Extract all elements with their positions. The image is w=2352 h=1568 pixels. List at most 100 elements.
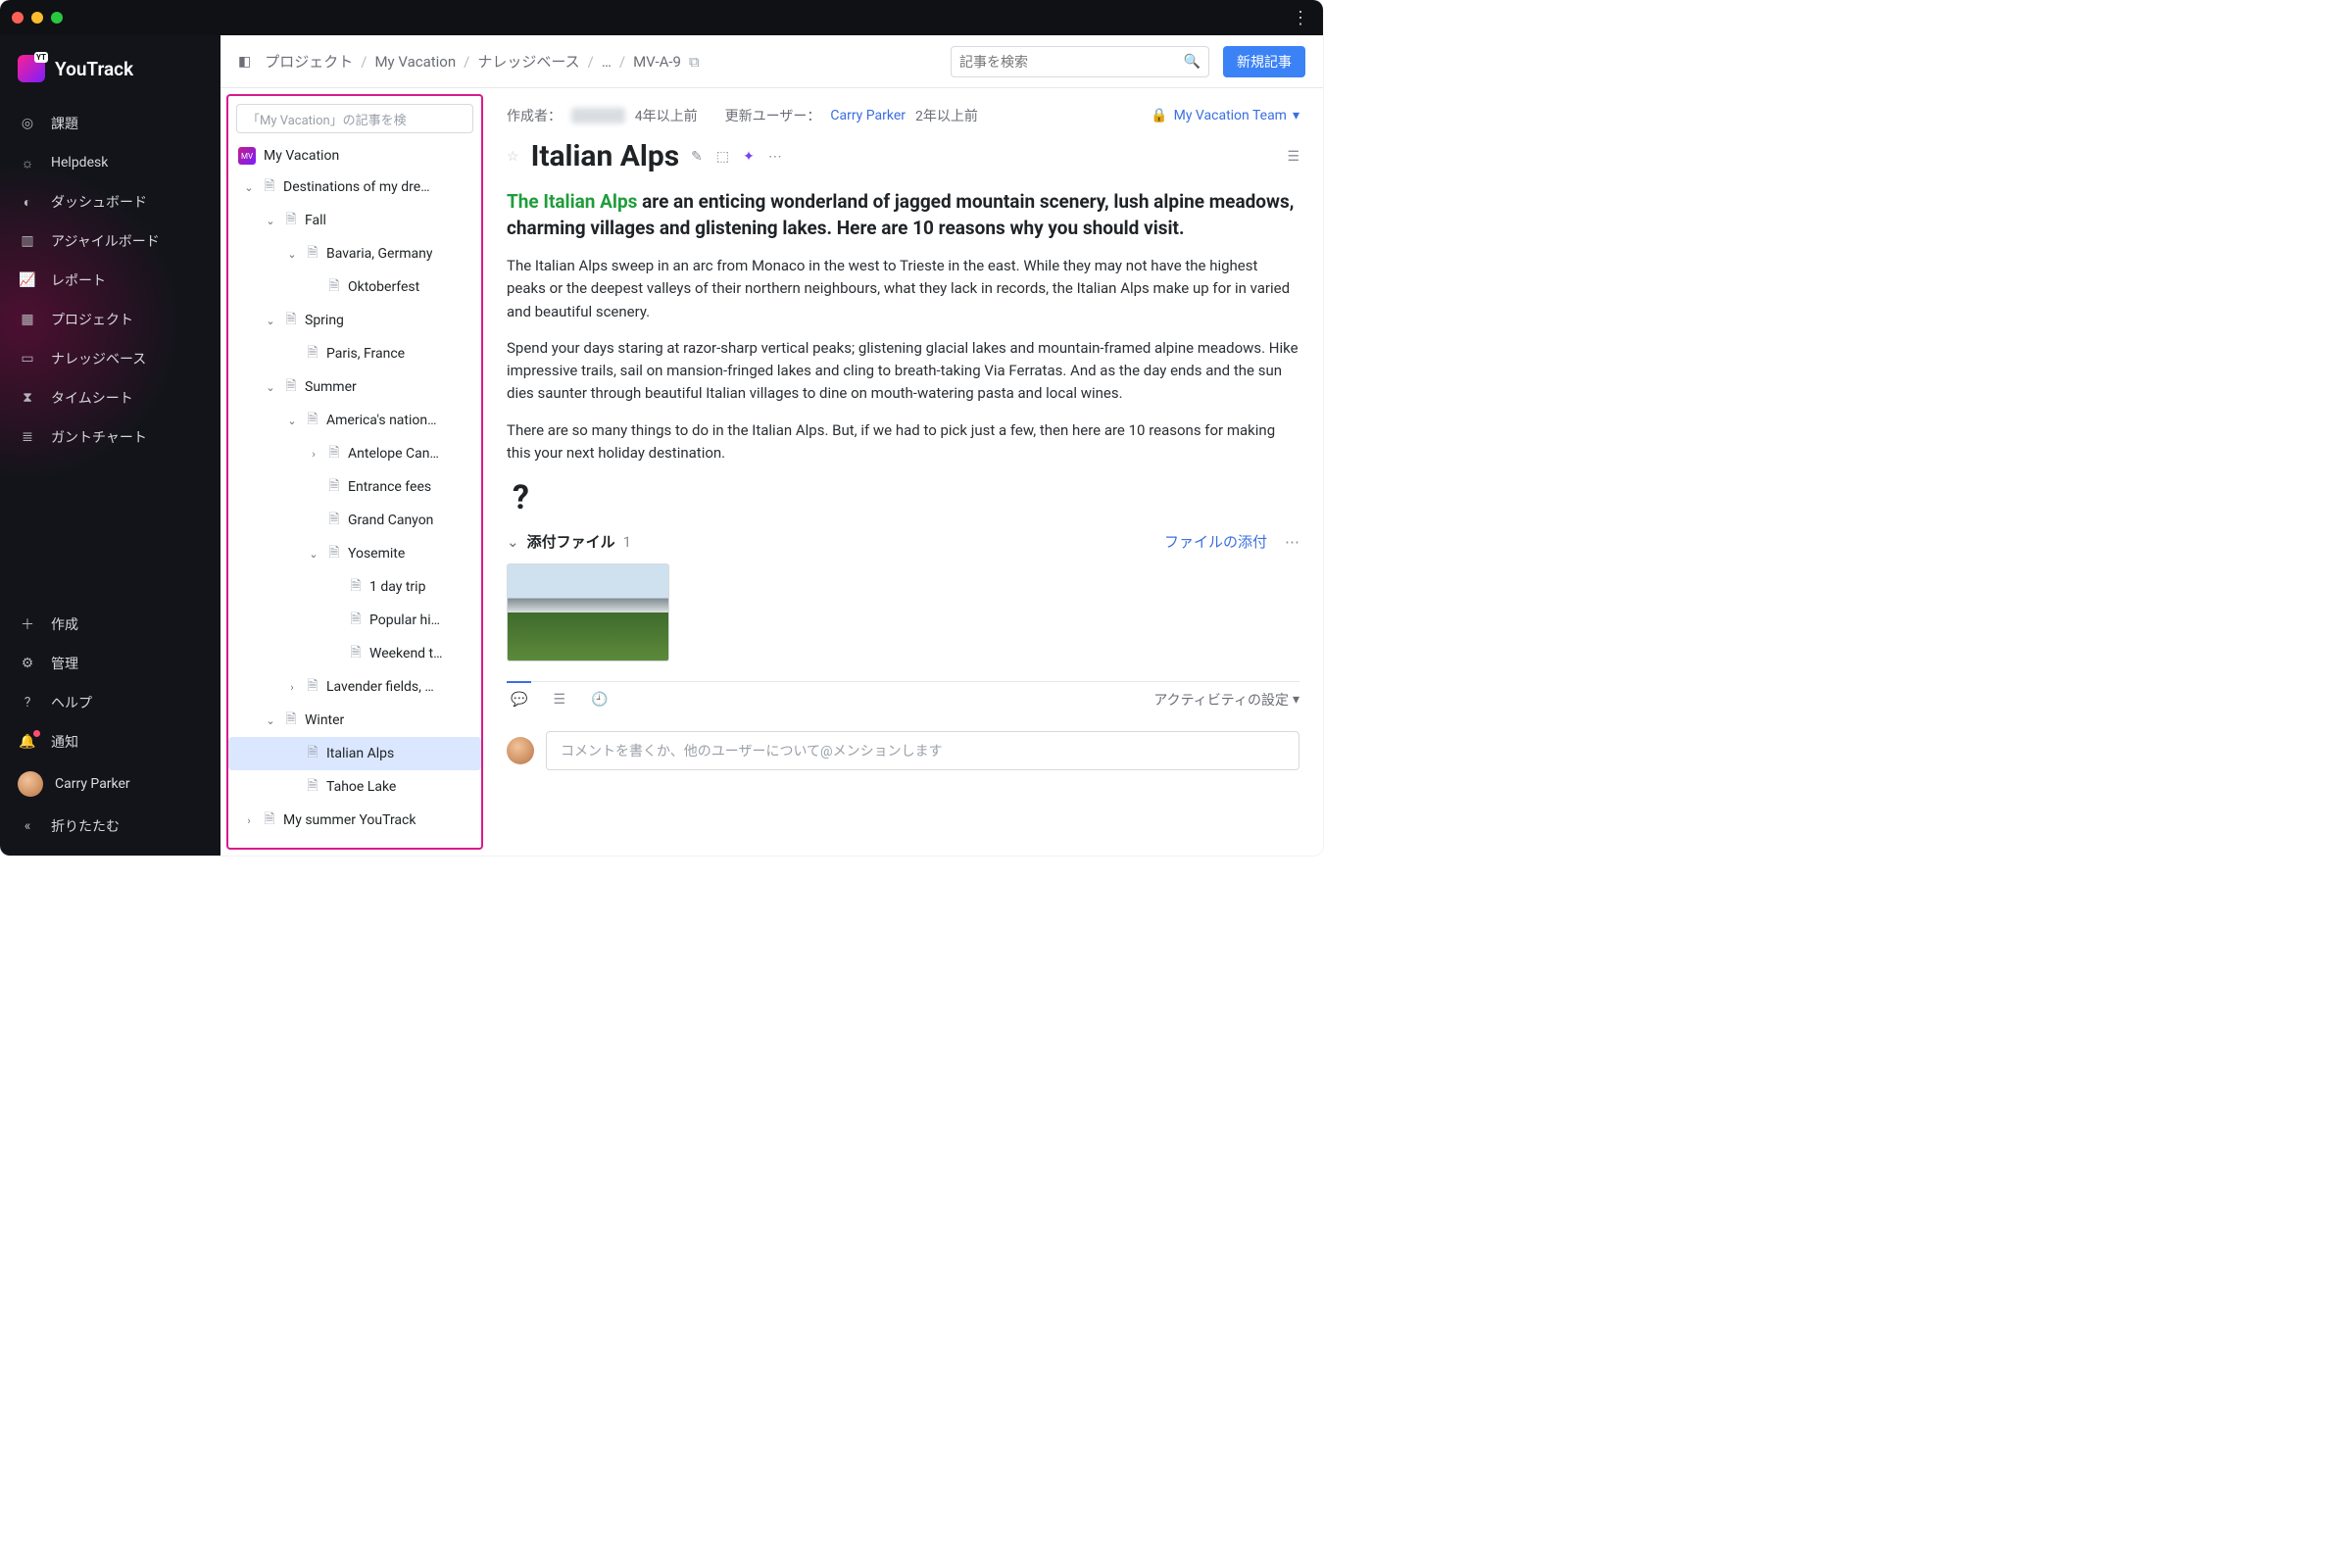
tree-item[interactable]: ⌄🗎Yosemite (228, 537, 481, 570)
nav-label: Helpdesk (51, 155, 108, 171)
grid-icon: ▦ (18, 310, 37, 329)
nav-projects[interactable]: ▦プロジェクト (0, 300, 220, 339)
tree-item[interactable]: 🗎Grand Canyon (228, 504, 481, 537)
nav-help[interactable]: ?ヘルプ (0, 683, 220, 722)
question-mark-block: ? (513, 478, 1299, 517)
nav-collapse[interactable]: «折りたたむ (0, 807, 220, 846)
nav-gantt[interactable]: ≣ガントチャート (0, 417, 220, 457)
tree-item-label: Destinations of my dre… (283, 179, 430, 195)
tree-item[interactable]: ⌄🗎Spring (228, 304, 481, 337)
chevron-right-icon[interactable]: › (307, 448, 320, 461)
titlebar-more-icon[interactable]: ⋮ (1292, 8, 1309, 28)
toc-icon[interactable]: ☰ (1287, 149, 1299, 165)
tree-item[interactable]: 🗎1 day trip (228, 570, 481, 604)
comment-input[interactable]: コメントを書くか、他のユーザーについて@メンションします (546, 731, 1299, 770)
tree-item-label: Winter (305, 712, 344, 728)
avatar (507, 737, 534, 764)
attachments-more-icon[interactable]: ⋯ (1285, 533, 1299, 551)
nav-timesheets[interactable]: ⧗タイムシート (0, 378, 220, 417)
tree-item[interactable]: 🗎Weekend t… (228, 637, 481, 670)
tree-item[interactable]: ⌄🗎Fall (228, 204, 481, 237)
nav-knowledge-base[interactable]: ▭ナレッジベース (0, 339, 220, 378)
tree-item[interactable]: ›🗎My summer YouTrack (228, 804, 481, 837)
nav-label: 課題 (51, 114, 78, 133)
app-logo[interactable]: YouTrack (0, 49, 220, 104)
tree-item[interactable]: 🗎Oktoberfest (228, 270, 481, 304)
article-title: Italian Alps (531, 139, 680, 173)
chevron-down-icon[interactable]: ⌄ (285, 415, 299, 427)
crumb-project[interactable]: My Vacation (374, 53, 456, 71)
tree-item[interactable]: 🗎Entrance fees (228, 470, 481, 504)
chevron-down-icon[interactable]: ⌄ (285, 248, 299, 261)
tag-icon[interactable]: ⬚ (716, 149, 729, 165)
tree-item[interactable]: ›🗎Antelope Can… (228, 437, 481, 470)
maximize-window-button[interactable] (51, 12, 63, 24)
tab-history[interactable]: 🕘 (587, 682, 612, 717)
updated-by-link[interactable]: Carry Parker (830, 108, 906, 123)
nav-label: 作成 (51, 614, 78, 634)
tree-item[interactable]: ⌄🗎America's nation… (228, 404, 481, 437)
chevron-down-icon[interactable]: ⌄ (264, 714, 277, 727)
visibility-selector[interactable]: 🔒 My Vacation Team ▾ (1151, 108, 1299, 123)
tree-project-root[interactable]: MV My Vacation (228, 141, 481, 171)
nav-agile[interactable]: ▥アジャイルボード (0, 221, 220, 261)
ai-icon[interactable]: ✦ (743, 149, 755, 165)
tree-item[interactable]: ⌄🗎Winter (228, 704, 481, 737)
attachments-header[interactable]: ⌄ 添付ファイル 1 ファイルの添付 ⋯ (507, 531, 1299, 552)
minimize-window-button[interactable] (31, 12, 43, 24)
chevron-right-icon[interactable]: › (285, 681, 299, 694)
chevron-right-icon[interactable]: › (242, 814, 256, 827)
article-meta: 作成者： xxxxx 4年以上前 更新ユーザー： Carry Parker 2年… (507, 106, 1299, 125)
chevron-down-icon[interactable]: ⌄ (242, 181, 256, 194)
tree-item[interactable]: ⌄🗎Summer (228, 370, 481, 404)
document-icon: 🗎 (283, 375, 299, 399)
current-user[interactable]: Carry Parker (0, 761, 220, 807)
chevron-down-icon[interactable]: ⌄ (264, 315, 277, 327)
edit-icon[interactable]: ✎ (691, 149, 703, 165)
tree-item[interactable]: ›🗎Lavender fields, … (228, 670, 481, 704)
toggle-tree-icon[interactable]: ◧ (238, 54, 251, 70)
tree-item[interactable]: 🗎Italian Alps (228, 737, 481, 770)
more-icon[interactable]: ⋯ (768, 149, 782, 165)
tree-search[interactable]: 「My Vacation」の記事を検 (236, 104, 473, 133)
crumb-article-id[interactable]: MV-A-9 (633, 53, 681, 71)
nav-admin[interactable]: ⚙管理 (0, 644, 220, 683)
tab-list[interactable]: ☰ (549, 682, 569, 717)
chevron-down-icon[interactable]: ⌄ (264, 381, 277, 394)
nav-create[interactable]: ＋作成 (0, 605, 220, 644)
document-icon: 🗎 (326, 275, 342, 299)
document-icon: 🗎 (326, 542, 342, 565)
activity-settings[interactable]: アクティビティの設定 ▾ (1153, 690, 1299, 710)
chevron-down-icon[interactable]: ⌄ (307, 548, 320, 561)
crumb-projects[interactable]: プロジェクト (265, 51, 353, 72)
chevron-down-icon[interactable]: ⌄ (264, 215, 277, 227)
add-attachment-link[interactable]: ファイルの添付 (1164, 531, 1267, 552)
tree-item[interactable]: ⌄🗎Destinations of my dre… (228, 171, 481, 204)
new-article-button[interactable]: 新規記事 (1223, 46, 1305, 77)
close-window-button[interactable] (12, 12, 24, 24)
tree-item[interactable]: 🗎Popular hi… (228, 604, 481, 637)
crumb-kb[interactable]: ナレッジベース (477, 51, 579, 72)
tree-item[interactable]: 🗎Tahoe Lake (228, 770, 481, 804)
tree-item[interactable]: ⌄🗎Bavaria, Germany (228, 237, 481, 270)
nav-issues[interactable]: ◎課題 (0, 104, 220, 143)
avatar (18, 771, 43, 797)
gantt-icon: ≣ (18, 427, 37, 447)
search-box[interactable]: 🔍 (951, 46, 1209, 77)
search-input[interactable] (959, 54, 1184, 70)
sidebar-bottom: ＋作成 ⚙管理 ?ヘルプ 🔔通知 Carry Parker «折りたたむ (0, 605, 220, 856)
nav-reports[interactable]: 📈レポート (0, 261, 220, 300)
crumb-ellipsis[interactable]: … (602, 53, 612, 71)
document-icon: 🗎 (326, 509, 342, 532)
star-icon[interactable]: ☆ (507, 149, 519, 165)
app-name: YouTrack (55, 58, 133, 80)
nav-helpdesk[interactable]: ☼Helpdesk (0, 143, 220, 182)
user-name: Carry Parker (55, 776, 130, 792)
created-by-redacted: xxxxx (571, 108, 625, 123)
attachment-thumbnail[interactable] (507, 564, 669, 662)
tab-comments[interactable]: 💬 (507, 681, 531, 717)
tree-item[interactable]: 🗎Paris, France (228, 337, 481, 370)
copy-link-icon[interactable]: ⧉ (689, 53, 700, 71)
nav-dashboard[interactable]: ◐ダッシュボード (0, 182, 220, 221)
nav-notifications[interactable]: 🔔通知 (0, 722, 220, 761)
